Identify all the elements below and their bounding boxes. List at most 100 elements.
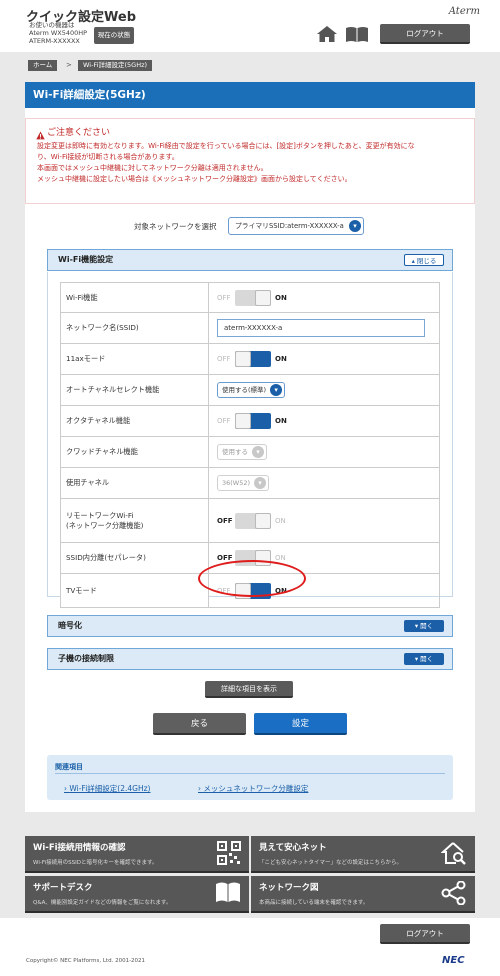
- breadcrumb-current: Wi-Fi詳細設定(5GHz): [78, 60, 153, 71]
- target-network-label: 対象ネットワークを選択: [134, 222, 217, 231]
- row-label: Wi-Fi機能: [61, 283, 209, 312]
- octa-channel-toggle[interactable]: OFF ON: [217, 413, 287, 429]
- child-limit-title: 子機の接続制限: [58, 654, 114, 663]
- wifi-function-title: Wi-Fi機能設定: [58, 255, 114, 264]
- row-value: OFF ON: [209, 406, 439, 436]
- related-title: 関連項目: [55, 763, 83, 771]
- related-link-mesh-separation[interactable]: › メッシュネットワーク分離設定: [198, 783, 308, 794]
- toggle-on-label: ON: [275, 417, 287, 425]
- row-label: 11axモード: [61, 344, 209, 374]
- row-label: TVモード: [61, 574, 209, 607]
- caution-line: メッシュ中継機に設定したい場合は《メッシュネットワーク分離設定》画面から設定して…: [37, 175, 352, 183]
- tile-wifi-info[interactable]: Wi-Fi接続用情報の確認 Wi-Fi接続用のSSIDと暗号化キーを確認できます…: [25, 836, 249, 873]
- tile-safe-net[interactable]: 見えて安心ネット 「こども安心ネットタイマー」などの設定はこちらから。: [251, 836, 475, 873]
- related-link-wifi-24ghz[interactable]: › Wi-Fi詳細設定(2.4GHz): [64, 783, 150, 794]
- toggle-off-label: OFF: [217, 516, 233, 525]
- child-limit-section-header[interactable]: 子機の接続制限 ▾ 開く: [47, 648, 453, 670]
- tile-subtitle: Q&A、機能別設定ガイドなどの情報をご覧になれます。: [33, 900, 172, 906]
- device-info: お使いの機器は Aterm WX5400HP ATERM-XXXXXX: [29, 21, 87, 45]
- home-icon[interactable]: [316, 25, 338, 47]
- table-row: ネットワーク名(SSID) aterm-XXXXXX-a: [60, 313, 440, 344]
- highlight-circle: [198, 560, 306, 597]
- expand-label: 開く: [420, 655, 434, 663]
- current-status-button[interactable]: 現在の状態: [94, 27, 134, 44]
- link-text: Wi-Fi詳細設定(2.4GHz): [69, 784, 151, 793]
- row-value: OFF ON: [209, 344, 439, 374]
- tile-support-desk[interactable]: サポートデスク Q&A、機能別設定ガイドなどの情報をご覧になれます。: [25, 876, 249, 913]
- back-button[interactable]: 戻る: [153, 713, 246, 735]
- row-label: ネットワーク名(SSID): [61, 313, 209, 343]
- device-name: ATERM-XXXXXX: [29, 37, 80, 45]
- apply-button[interactable]: 設定: [254, 713, 347, 735]
- 11ax-mode-toggle[interactable]: OFF ON: [217, 351, 287, 367]
- expand-button[interactable]: ▾ 開く: [404, 653, 444, 665]
- toggle-off-label: OFF: [217, 355, 231, 363]
- toggle-on-label: ON: [275, 355, 287, 363]
- target-network-value: プライマリSSID:aterm-XXXXXX-a: [235, 222, 344, 230]
- toggle-knob: [235, 413, 251, 429]
- tile-title: サポートデスク: [33, 883, 93, 893]
- row-label: オクタチャネル機能: [61, 406, 209, 436]
- home-search-icon: [440, 841, 467, 869]
- table-row: オートチャネルセレクト機能 使用する(標準) ▾: [60, 375, 440, 406]
- encryption-title: 暗号化: [58, 621, 82, 630]
- toggle-knob: [255, 512, 271, 529]
- breadcrumb-home[interactable]: ホーム: [28, 60, 58, 71]
- nec-logo: NEC: [442, 955, 465, 966]
- collapse-button[interactable]: ▴ 閉じる: [404, 254, 444, 266]
- manual-book-icon[interactable]: [345, 26, 369, 47]
- toggle-on-label: ON: [275, 293, 287, 302]
- row-label: SSID内分離(セパレータ): [61, 543, 209, 573]
- expand-label: 開く: [420, 622, 434, 630]
- row-value: 使用する ▾: [209, 437, 439, 467]
- tile-subtitle: 本商品に接続している端末を確認できます。: [259, 900, 369, 906]
- channel-select[interactable]: 36(W52) ▾: [217, 475, 270, 491]
- row-label-line: リモートワークWi-Fi: [66, 510, 134, 520]
- select-value: 使用する: [222, 448, 248, 456]
- row-label: オートチャネルセレクト機能: [61, 375, 209, 405]
- caution-title: ご注意ください: [47, 128, 111, 138]
- tile-subtitle: 「こども安心ネットタイマー」などの設定はこちらから。: [259, 860, 403, 866]
- table-row: クワッドチャネル機能 使用する ▾: [60, 437, 440, 468]
- device-line: お使いの機器は: [29, 21, 75, 29]
- brand-logo: Aterm: [448, 6, 480, 17]
- toggle-knob: [255, 289, 271, 306]
- book-icon: [215, 881, 241, 907]
- toggle-track: [235, 512, 271, 529]
- toggle-off-label: OFF: [217, 293, 231, 302]
- chevron-down-icon: ▾: [270, 384, 283, 396]
- show-details-button[interactable]: 詳細な項目を表示: [205, 681, 293, 698]
- select-value: 使用する(標準): [222, 386, 267, 394]
- select-value: 36(W52): [222, 479, 251, 487]
- caution-line: り、Wi-Fi接続が切断される場合があります。: [37, 153, 179, 161]
- table-row: リモートワークWi-Fi (ネットワーク分離機能) OFF ON: [60, 499, 440, 543]
- tile-title: Wi-Fi接続用情報の確認: [33, 843, 126, 853]
- table-row: オクタチャネル機能 OFF ON: [60, 406, 440, 437]
- table-row: Wi-Fi機能 OFF ON: [60, 282, 440, 313]
- target-network-select[interactable]: プライマリSSID:aterm-XXXXXX-a ▾: [228, 217, 364, 235]
- network-icon: [441, 880, 467, 909]
- logout-button[interactable]: ログアウト: [380, 24, 470, 44]
- caution-line: 本画面ではメッシュ中継機に対してネットワーク分離は適用されません。: [37, 164, 268, 172]
- chevron-down-icon: ▾: [252, 446, 264, 458]
- related-divider: [55, 773, 445, 774]
- logout-button-bottom[interactable]: ログアウト: [380, 924, 470, 944]
- row-value: OFF ON: [209, 283, 439, 312]
- ssid-input[interactable]: aterm-XXXXXX-a: [217, 319, 425, 337]
- auto-channel-select[interactable]: 使用する(標準) ▾: [217, 382, 286, 398]
- page-title: Wi-Fi詳細設定(5GHz): [25, 82, 475, 108]
- remote-work-wifi-toggle[interactable]: OFF ON: [217, 512, 286, 529]
- quad-channel-select[interactable]: 使用する ▾: [217, 444, 267, 460]
- expand-button[interactable]: ▾ 開く: [404, 620, 444, 632]
- wifi-function-toggle[interactable]: OFF ON: [217, 289, 287, 306]
- tile-network-map[interactable]: ネットワーク図 本商品に接続している端末を確認できます。: [251, 876, 475, 913]
- chevron-down-icon: ▾: [349, 220, 361, 232]
- qr-code-icon: [217, 841, 241, 869]
- caution-text: 設定変更は即時に有効となります。Wi-Fi経由で設定を行っている場合には、[設定…: [37, 141, 469, 185]
- row-label: リモートワークWi-Fi (ネットワーク分離機能): [61, 499, 209, 542]
- copyright: Copyright© NEC Platforms, Ltd. 2001-2021: [26, 958, 146, 964]
- encryption-section-header[interactable]: 暗号化 ▾ 開く: [47, 615, 453, 637]
- tile-title: ネットワーク図: [259, 883, 319, 893]
- row-value: 36(W52) ▾: [209, 468, 439, 498]
- table-row: 11axモード OFF ON: [60, 344, 440, 375]
